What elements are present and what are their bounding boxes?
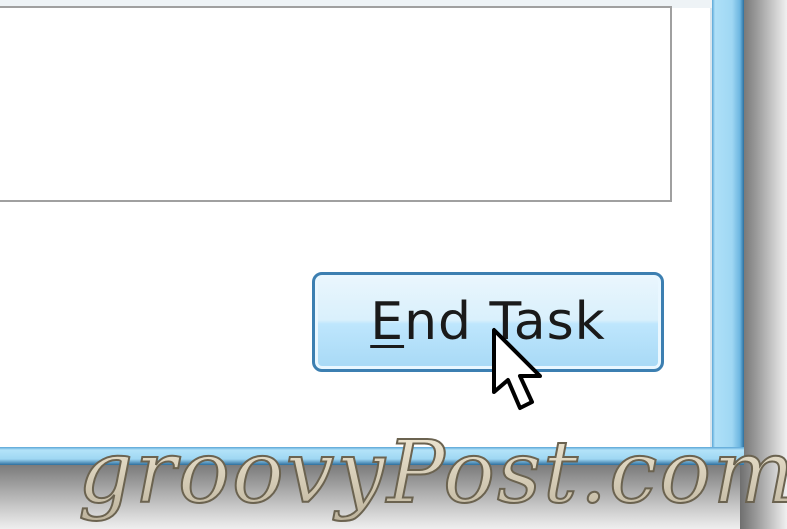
window-frame-right[interactable] [712,0,744,465]
end-task-mnemonic: E [370,292,405,352]
groovypost-watermark: groovyPost.com [78,422,787,524]
screenshot-stage: End Task groovyPost.com [0,0,787,529]
dialog-client-area: End Task [0,0,712,447]
task-list[interactable] [0,6,672,202]
task-manager-dialog: End Task [0,0,744,465]
arrow-pointer-icon [492,328,542,410]
watermark-text: groovyPost.com [78,423,787,523]
